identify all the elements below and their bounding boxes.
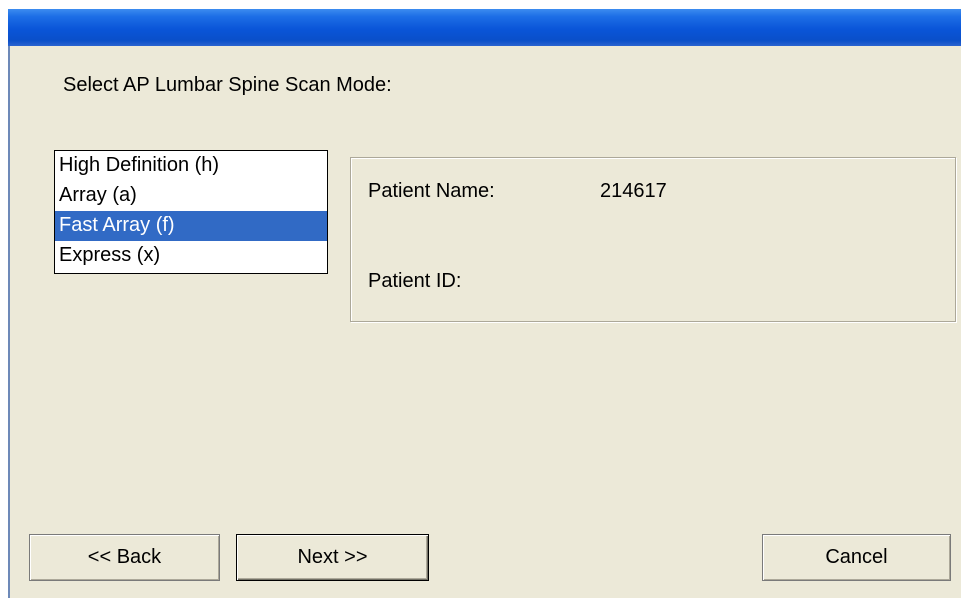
scan-mode-prompt: Select AP Lumbar Spine Scan Mode:	[63, 74, 392, 96]
scan-mode-listbox[interactable]: High Definition (h) Array (a) Fast Array…	[54, 150, 328, 274]
scan-mode-item-express[interactable]: Express (x)	[55, 241, 327, 271]
scan-mode-item-fast-array[interactable]: Fast Array (f)	[55, 211, 327, 241]
patient-name-label: Patient Name:	[368, 180, 495, 202]
cancel-button[interactable]: Cancel	[762, 534, 951, 581]
title-bar[interactable]	[8, 9, 961, 46]
scan-mode-item-high-definition[interactable]: High Definition (h)	[55, 151, 327, 181]
next-button[interactable]: Next >>	[236, 534, 429, 581]
back-button[interactable]: << Back	[29, 534, 220, 581]
patient-id-label: Patient ID:	[368, 270, 462, 292]
patient-name-value: 214617	[600, 180, 667, 202]
patient-info-panel: Patient Name: 214617 Patient ID:	[350, 157, 956, 322]
scan-mode-dialog: Select AP Lumbar Spine Scan Mode: High D…	[8, 46, 961, 598]
scan-mode-item-array[interactable]: Array (a)	[55, 181, 327, 211]
